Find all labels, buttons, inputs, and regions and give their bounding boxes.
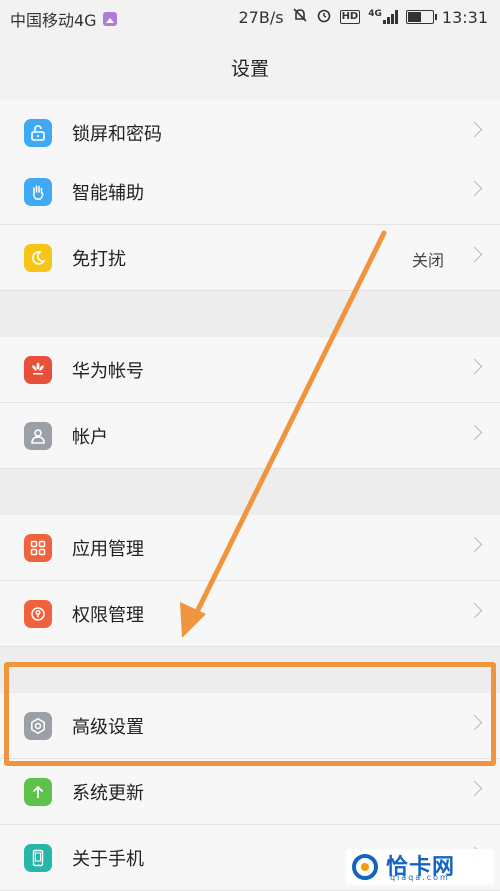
annotation-highlight-box [4, 662, 496, 766]
watermark-subtext: qiaqa.com [390, 873, 450, 882]
watermark: 恰卡网 qiaqa.com [346, 849, 494, 885]
watermark-logo-icon [352, 854, 378, 880]
